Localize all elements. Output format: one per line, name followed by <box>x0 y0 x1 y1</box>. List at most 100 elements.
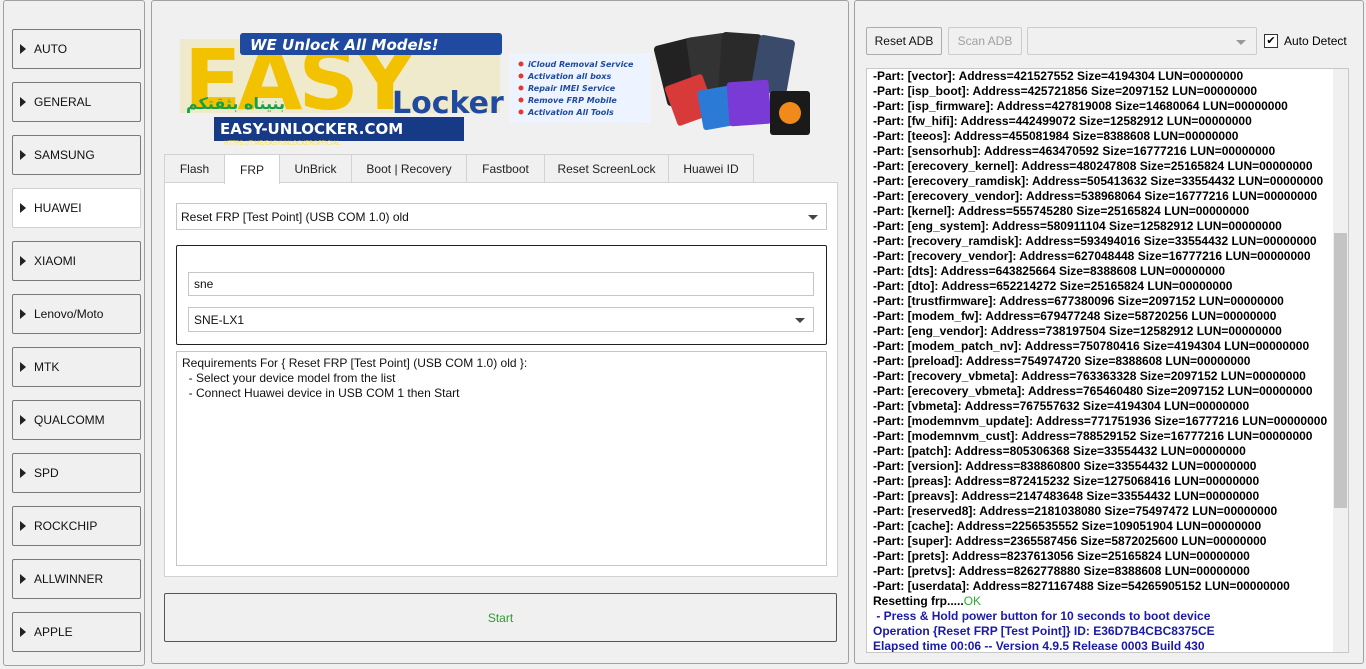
sidebar-item-label: HUAWEI <box>34 201 82 215</box>
sidebar-item-spd[interactable]: SPD <box>12 453 141 493</box>
sidebar-item-label: APPLE <box>34 625 73 639</box>
banner-website: EASY-UNLOCKER.COM <box>220 120 403 138</box>
log-line: -Part: [erecovery_vendor]: Address=53896… <box>873 189 1318 203</box>
log-line: -Part: [pretvs]: Address=8262778880 Size… <box>873 564 1250 578</box>
caret-right-icon <box>20 44 26 54</box>
tab-flash[interactable]: Flash <box>164 154 225 183</box>
log-line: -Part: [eng_vendor]: Address=738197504 S… <box>873 324 1282 338</box>
log-line: -Part: [trustfirmware]: Address=67738009… <box>873 294 1284 308</box>
log-line: Operation {Reset FRP [Test Point]} ID: E… <box>873 624 1215 638</box>
sidebar-item-qualcomm[interactable]: QUALCOMM <box>12 400 141 440</box>
sidebar-item-lenovo-moto[interactable]: Lenovo/Moto <box>12 294 141 334</box>
scan-adb-button[interactable]: Scan ADB <box>948 27 1022 55</box>
log-line: -Part: [reserved8]: Address=2181038080 S… <box>873 504 1278 518</box>
sidebar-item-general[interactable]: GENERAL <box>12 82 141 122</box>
tab-frp[interactable]: FRP <box>224 154 280 184</box>
tab-huawei-id[interactable]: Huawei ID <box>668 154 754 183</box>
checkmark-icon: ✔ <box>1264 34 1278 48</box>
log-line: -Part: [eng_system]: Address=580911104 S… <box>873 219 1282 233</box>
caret-right-icon <box>20 574 26 584</box>
caret-right-icon <box>20 362 26 372</box>
tab-reset-screenlock[interactable]: Reset ScreenLock <box>544 154 669 183</box>
frp-tab-content: Reset FRP [Test Point] (USB COM 1.0) old… <box>164 182 838 577</box>
log-line: -Part: [vector]: Address=421527552 Size=… <box>873 69 1244 83</box>
sidebar-item-huawei[interactable]: HUAWEI <box>12 188 141 228</box>
banner-telegram: HTTPS://T.ME/EASYUNLOCKEROFFICIAL <box>224 140 341 147</box>
log-line: -Part: [kernel]: Address=555745280 Size=… <box>873 204 1250 218</box>
sidebar-item-allwinner[interactable]: ALLWINNER <box>12 559 141 599</box>
requirements-line: - Connect Huawei device in USB COM 1 the… <box>182 386 460 400</box>
log-line: -Part: [modemnvm_update]: Address=771751… <box>873 414 1328 428</box>
log-line: -Part: [preavs]: Address=2147483648 Size… <box>873 489 1260 503</box>
log-line: -Part: [isp_boot]: Address=425721856 Siz… <box>873 84 1258 98</box>
log-line: -Part: [recovery_vendor]: Address=627048… <box>873 249 1311 263</box>
caret-right-icon <box>20 415 26 425</box>
operation-select[interactable]: Reset FRP [Test Point] (USB COM 1.0) old <box>176 203 827 230</box>
requirements-line: - Select your device model from the list <box>182 371 396 385</box>
sidebar-item-label: ALLWINNER <box>34 572 104 586</box>
sidebar-item-mtk[interactable]: MTK <box>12 347 141 387</box>
caret-right-icon <box>20 627 26 637</box>
requirements-line: Requirements For { Reset FRP [Test Point… <box>182 356 528 370</box>
sidebar-item-apple[interactable]: APPLE <box>12 612 141 652</box>
log-line: -Part: [modem_patch_nv]: Address=7507804… <box>873 339 1310 353</box>
tab-boot-recovery[interactable]: Boot | Recovery <box>351 154 467 183</box>
log-line: -Part: [preload]: Address=754974720 Size… <box>873 354 1251 368</box>
log-line: -Part: [userdata]: Address=8271167488 Si… <box>873 579 1290 593</box>
log-line: -Part: [erecovery_ramdisk]: Address=5054… <box>873 174 1324 188</box>
log-line: -Part: [preas]: Address=872415232 Size=1… <box>873 474 1260 488</box>
chevron-down-icon <box>1236 40 1246 45</box>
log-line: -Part: [vbmeta]: Address=767557632 Size=… <box>873 399 1250 413</box>
sidebar-item-label: SPD <box>34 466 59 480</box>
auto-detect-checkbox[interactable]: ✔ Auto Detect <box>1264 34 1347 48</box>
svg-text:Remove FRP Mobile: Remove FRP Mobile <box>528 96 617 105</box>
sidebar-item-label: AUTO <box>34 42 68 56</box>
log-line: -Part: [recovery_ramdisk]: Address=59349… <box>873 234 1317 248</box>
banner-device-collage <box>653 31 810 135</box>
banner-headline: WE Unlock All Models! <box>250 36 439 54</box>
sidebar-item-rockchip[interactable]: ROCKCHIP <box>12 506 141 546</box>
tab-bar: Flash FRP UnBrick Boot | Recovery Fastbo… <box>164 154 754 184</box>
log-line: - Press & Hold power button for 10 secon… <box>873 609 1211 623</box>
device-select[interactable] <box>1027 27 1257 55</box>
model-search-value: sne <box>194 277 214 291</box>
log-scrollbar[interactable] <box>1333 69 1348 652</box>
main-panel: EASY Locker WE Unlock All Models! بنيناه… <box>151 0 849 664</box>
sidebar-item-label: QUALCOMM <box>34 413 105 427</box>
status-ok: OK <box>963 594 982 608</box>
log-line: -Part: [erecovery_vbmeta]: Address=76546… <box>873 384 1313 398</box>
chevron-down-icon <box>808 214 818 220</box>
log-output[interactable]: -Part: [vector]: Address=421527552 Size=… <box>866 68 1349 653</box>
sidebar-item-xiaomi[interactable]: XIAOMI <box>12 241 141 281</box>
sidebar-item-label: Lenovo/Moto <box>34 307 104 321</box>
log-line: -Part: [modem_fw]: Address=679477248 Siz… <box>873 309 1277 323</box>
model-select[interactable]: SNE-LX1 <box>188 307 814 332</box>
log-line: -Part: [dts]: Address=643825664 Size=838… <box>873 264 1226 278</box>
log-line: -Part: [modemnvm_cust]: Address=78852915… <box>873 429 1313 443</box>
log-line: -Part: [version]: Address=838860800 Size… <box>873 459 1257 473</box>
log-line: -Part: [cache]: Address=2256535552 Size=… <box>873 519 1262 533</box>
model-search-input[interactable]: sne <box>188 272 814 296</box>
sidebar-item-auto[interactable]: AUTO <box>12 29 141 69</box>
caret-right-icon <box>20 203 26 213</box>
log-lines: -Part: [vector]: Address=421527552 Size=… <box>873 69 1328 652</box>
tab-fastboot[interactable]: Fastboot <box>466 154 545 183</box>
operation-select-value: Reset FRP [Test Point] (USB COM 1.0) old <box>181 209 409 224</box>
tab-unbrick[interactable]: UnBrick <box>279 154 352 183</box>
log-line: -Part: [dto]: Address=652214272 Size=251… <box>873 279 1233 293</box>
sidebar-item-label: ROCKCHIP <box>34 519 98 533</box>
scroll-thumb[interactable] <box>1334 233 1347 509</box>
caret-right-icon <box>20 256 26 266</box>
svg-text:iCloud Removal Service: iCloud Removal Service <box>528 60 634 69</box>
caret-right-icon <box>20 521 26 531</box>
start-button[interactable]: Start <box>164 593 837 642</box>
log-panel: Reset ADB Scan ADB ✔ Auto Detect -Part: … <box>854 0 1364 664</box>
log-line: -Part: [prets]: Address=8237613056 Size=… <box>873 549 1250 563</box>
log-line: -Part: [erecovery_kernel]: Address=48024… <box>873 159 1313 173</box>
log-line: -Part: [sensorhub]: Address=463470592 Si… <box>873 144 1276 158</box>
sidebar-item-samsung[interactable]: SAMSUNG <box>12 135 141 175</box>
reset-adb-button[interactable]: Reset ADB <box>866 27 942 55</box>
svg-text:Activation All Tools: Activation All Tools <box>527 108 614 117</box>
chevron-down-icon <box>795 317 805 323</box>
requirements-text[interactable]: Requirements For { Reset FRP [Test Point… <box>176 351 827 566</box>
